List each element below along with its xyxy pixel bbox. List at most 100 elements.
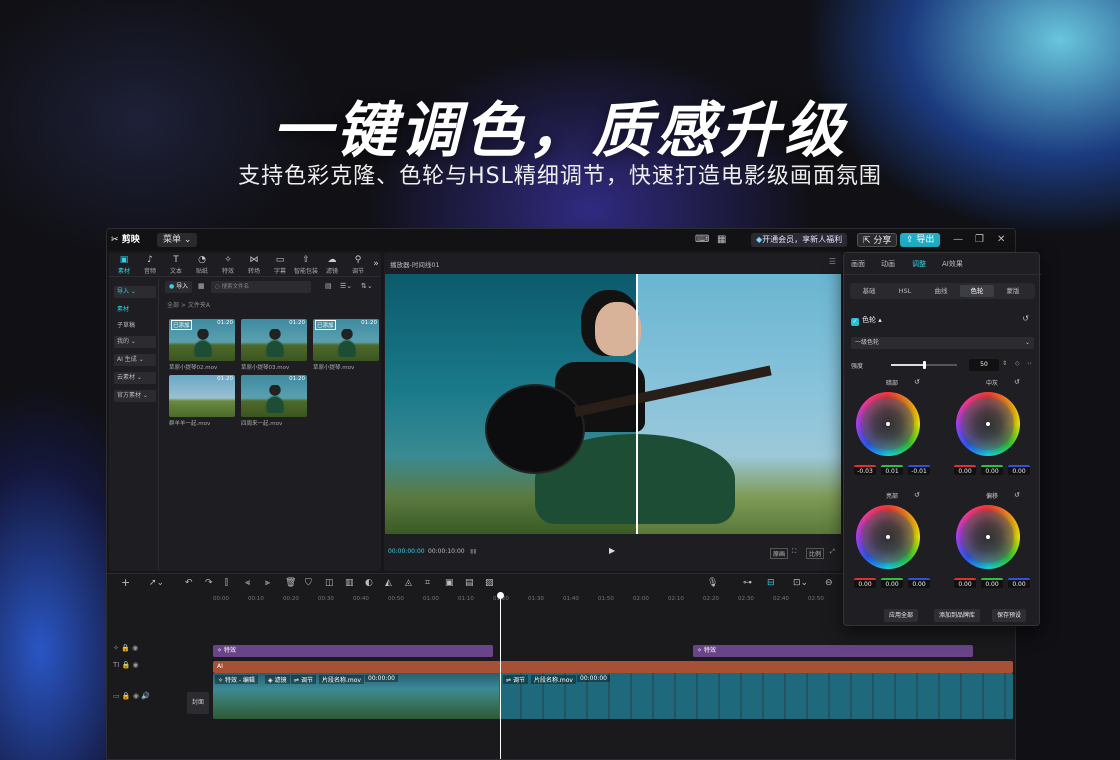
sidebar-item-cloud[interactable]: 云素材 ⌄ — [114, 372, 156, 384]
layout-icon[interactable]: ▦ — [717, 233, 726, 247]
export-button[interactable]: ⇪ 导出 — [900, 233, 941, 247]
lock-icon[interactable]: 🔒 — [122, 692, 131, 700]
wheel-section-title[interactable]: ✓ 色轮 ▴ — [851, 315, 882, 326]
color-wheel-offset[interactable] — [956, 505, 1020, 569]
add-icon[interactable]: + — [121, 576, 130, 589]
timecode-icon[interactable]: ▮▮ — [470, 548, 477, 555]
close-icon[interactable]: ✕ — [997, 233, 1005, 247]
sidebar-item-subdraft[interactable]: 子草稿 — [114, 320, 156, 332]
subtab-wheel[interactable]: 色轮 — [960, 285, 994, 297]
caption-icon[interactable]: ▤ — [465, 578, 474, 588]
tab-picture[interactable]: 画面 — [851, 259, 865, 269]
reset-icon[interactable]: ↺ — [1014, 491, 1020, 499]
highlights-r-value[interactable]: 0.00 — [854, 578, 876, 588]
eye-icon[interactable]: ◉ — [132, 644, 138, 652]
eye-icon[interactable]: ◉ — [133, 661, 139, 669]
split-left-icon[interactable]: ⫷ — [245, 578, 250, 588]
play-icon[interactable]: ▶ — [609, 546, 615, 555]
minimize-icon[interactable]: — — [953, 233, 963, 247]
reverse-icon[interactable]: ◐ — [365, 578, 373, 588]
sidebar-item-ai[interactable]: AI 生成 ⌄ — [114, 354, 156, 366]
original-button[interactable]: 原画 — [770, 548, 789, 559]
video-preview[interactable] — [385, 274, 841, 534]
fullscreen-icon[interactable]: ⤢ — [830, 548, 835, 556]
delete-icon[interactable]: 🗑 — [285, 578, 296, 588]
ratio-button[interactable]: 比例 — [806, 548, 825, 559]
media-thumb[interactable]: 01:20 — [169, 375, 235, 417]
more-tools-icon[interactable]: ▨ — [485, 578, 494, 588]
split-icon[interactable]: ⫿ — [225, 578, 228, 588]
shadows-g-value[interactable]: 0.01 — [881, 465, 903, 475]
align-icon[interactable]: ⊡⌄ — [793, 578, 808, 588]
view-toggle-icon[interactable]: ▤ — [325, 282, 332, 290]
mirror-icon[interactable]: ◭ — [385, 578, 392, 588]
crop-icon[interactable]: ⛶ — [792, 548, 796, 556]
tool-filter[interactable]: ☁ 滤镜 — [319, 255, 345, 275]
marker-icon[interactable]: ◫ — [325, 578, 334, 588]
wheel-handle[interactable] — [886, 422, 890, 426]
tool-text[interactable]: T 文本 — [163, 255, 189, 275]
add-to-brand-button[interactable]: 添加到品牌库 — [934, 609, 981, 622]
crop-tool-icon[interactable]: ⌗ — [425, 578, 430, 588]
mic-icon[interactable]: 🎙 — [707, 578, 718, 588]
menu-button[interactable]: 菜单 ⌄ — [157, 233, 198, 247]
sidebar-item-mine[interactable]: 我的 ⌄ — [114, 336, 156, 348]
split-right-icon[interactable]: ⫸ — [265, 578, 270, 588]
snap-icon[interactable]: ⊟ — [767, 578, 775, 588]
lock-icon[interactable]: 🔒 — [121, 644, 130, 652]
pip-icon[interactable]: ▣ — [445, 578, 454, 588]
shadows-r-value[interactable]: -0.03 — [854, 465, 876, 475]
color-wheel-midtones[interactable] — [956, 392, 1020, 456]
cover-button[interactable]: 封面 — [187, 692, 209, 714]
tool-effects[interactable]: ✧ 特效 — [215, 255, 241, 275]
sidebar-item-official[interactable]: 官方素材 ⌄ — [114, 390, 156, 402]
shadows-b-value[interactable]: -0.01 — [908, 465, 930, 475]
keyboard-icon[interactable]: ⌨ — [695, 233, 709, 247]
intensity-value[interactable]: 50 — [969, 359, 999, 371]
effect-clip[interactable]: ✧ 特效 — [213, 645, 493, 657]
subtab-mask[interactable]: 蒙版 — [996, 285, 1030, 297]
maximize-icon[interactable]: ❐ — [975, 233, 984, 247]
midtones-g-value[interactable]: 0.00 — [981, 465, 1003, 475]
media-thumb[interactable]: 已添加 01:20 — [313, 319, 379, 361]
select-tool-icon[interactable]: ➚⌄ — [149, 578, 164, 588]
highlights-b-value[interactable]: 0.00 — [908, 578, 930, 588]
keyframe-icon[interactable]: ◇ — [1015, 360, 1020, 367]
wheel-handle[interactable] — [886, 535, 890, 539]
media-thumb[interactable]: 已添加 01:20 — [169, 319, 235, 361]
subtab-hsl[interactable]: HSL — [888, 285, 922, 297]
filter-icon[interactable]: ⇅⌄ — [361, 282, 373, 290]
tab-ai-effects[interactable]: AI效果 — [942, 259, 963, 269]
nav-arrows-icon[interactable]: ‹› — [1027, 360, 1032, 367]
color-wheel-highlights[interactable] — [856, 505, 920, 569]
audio-icon[interactable]: 🔊 — [141, 692, 150, 700]
apply-all-button[interactable]: 应用全部 — [884, 609, 919, 622]
tool-subtitle[interactable]: ▭ 字幕 — [267, 255, 293, 275]
compare-divider[interactable] — [636, 274, 638, 534]
shield-icon[interactable]: ⛉ — [305, 578, 312, 588]
redo-icon[interactable]: ↷ — [205, 578, 213, 588]
checkbox-icon[interactable]: ✓ — [851, 318, 859, 326]
wheel-handle[interactable] — [986, 422, 990, 426]
vip-button[interactable]: ◆开通会员，享新人福利 — [751, 233, 848, 247]
sidebar-item-import[interactable]: 导入 ⌄ — [114, 286, 156, 298]
breadcrumb[interactable]: 全部 > 文件夹A — [167, 300, 210, 309]
reset-icon[interactable]: ↺ — [914, 378, 920, 386]
link-icon[interactable]: ⊶ — [743, 578, 752, 588]
grid-view-icon[interactable]: ▦ — [198, 282, 205, 290]
playhead[interactable] — [497, 592, 504, 759]
subtab-basic[interactable]: 基础 — [852, 285, 886, 297]
tool-sticker[interactable]: ◔ 贴纸 — [189, 255, 215, 275]
tab-adjust[interactable]: 调整 — [912, 259, 926, 269]
media-thumb[interactable]: 01:20 — [241, 319, 307, 361]
share-button[interactable]: ⇱ 分享 — [857, 233, 898, 247]
highlights-g-value[interactable]: 0.00 — [881, 578, 903, 588]
reset-icon[interactable]: ↺ — [1022, 314, 1029, 323]
sort-icon[interactable]: ☰⌄ — [340, 282, 352, 290]
lock-icon[interactable]: 🔒 — [122, 661, 131, 669]
effect-clip[interactable]: ✧ 特效 — [693, 645, 973, 657]
ai-clip[interactable]: AI — [213, 661, 1013, 673]
tool-audio[interactable]: ♪ 音频 — [137, 255, 163, 275]
color-wheel-shadows[interactable] — [856, 392, 920, 456]
intensity-slider[interactable] — [891, 361, 957, 369]
